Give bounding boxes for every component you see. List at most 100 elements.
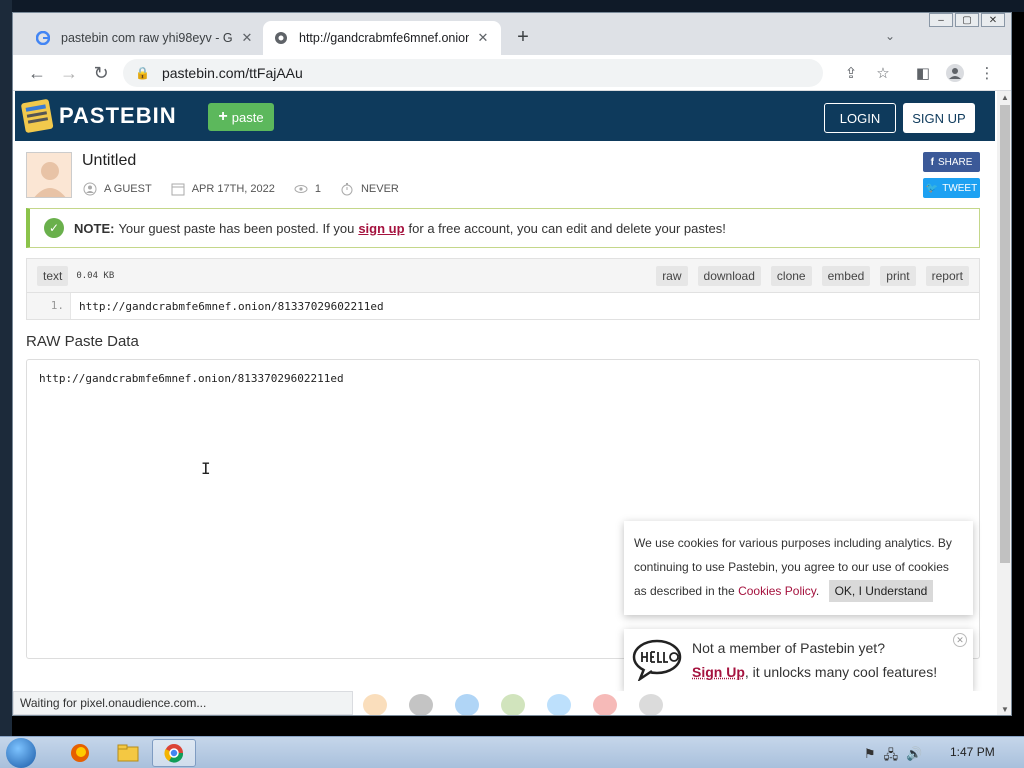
meta-date: APR 17TH, 2022 [170, 181, 275, 197]
raw-button[interactable]: raw [656, 265, 688, 286]
desktop-background [0, 0, 1024, 12]
tab-google[interactable]: pastebin com raw yhi98eyv - Goo ✕ [25, 21, 265, 55]
signup-button[interactable]: SIGN UP [903, 103, 975, 133]
minimize-button[interactable]: – [929, 13, 953, 27]
author-name[interactable]: A GUEST [104, 183, 152, 195]
taskbar-chrome-icon[interactable] [152, 739, 196, 767]
profile-avatar-icon[interactable] [945, 63, 965, 83]
line-number: 1. [27, 293, 71, 319]
twitter-icon: 🐦 [925, 182, 939, 194]
raw-paste-title: RAW Paste Data [26, 333, 139, 350]
syntax-tag[interactable]: text [37, 265, 69, 286]
new-paste-button[interactable]: + paste [208, 103, 274, 131]
tweet-label: TWEET [942, 182, 978, 194]
taskbar-firefox-icon[interactable] [58, 739, 102, 767]
signup-link[interactable]: sign up [358, 221, 404, 236]
pastebin-header: PASTEBIN + paste LOGIN SIGN UP [15, 91, 995, 141]
volume-icon[interactable]: 🔊 [906, 746, 922, 768]
network-icon[interactable]: 🖧 [884, 746, 899, 768]
user-icon [82, 181, 98, 197]
linux-icon[interactable] [639, 694, 663, 715]
action-center-icon[interactable]: ⚑ [864, 746, 876, 768]
text-cursor-icon: I [201, 459, 211, 478]
pastebin-brand[interactable]: PASTEBIN [59, 103, 177, 129]
tab-title: http://gandcrabmfe6mnef.onion [299, 31, 469, 45]
view-count: 1 [314, 183, 321, 195]
taskbar-clock[interactable]: 1:47 PM [950, 745, 995, 759]
meta-author: A GUEST [82, 181, 152, 197]
reload-icon[interactable]: ↻ [91, 63, 111, 83]
forward-icon[interactable]: → [59, 63, 79, 83]
maximize-button[interactable]: ▢ [955, 13, 979, 27]
avatar [26, 152, 72, 198]
note-text-post: for a free account, you can edit and del… [408, 220, 726, 236]
page-scrollbar[interactable]: ▲ ▼ [997, 91, 1011, 715]
scroll-down-icon[interactable]: ▼ [997, 703, 1011, 715]
promo-line-2-text: , it unlocks many cool features! [744, 664, 938, 680]
cookies-policy-link[interactable]: Cookies Policy [738, 584, 816, 598]
paste-date: APR 17TH, 2022 [191, 183, 275, 195]
share-page-icon[interactable]: ⇪ [841, 63, 861, 83]
tab-active[interactable]: http://gandcrabmfe6mnef.onion ✕ [263, 21, 501, 55]
tab-close-icon[interactable]: ✕ [239, 30, 255, 46]
paste-title: Untitled [82, 152, 137, 169]
address-bar[interactable]: 🔒 pastebin.com/ttFajAAu [123, 59, 823, 87]
opera-icon[interactable] [593, 694, 617, 715]
google-icon [35, 30, 51, 46]
scroll-up-icon[interactable]: ▲ [997, 91, 1011, 105]
android-icon[interactable] [501, 694, 525, 715]
pastebin-logo-icon[interactable] [19, 97, 55, 133]
x-icon[interactable] [547, 694, 571, 715]
facebook-icon: f [930, 156, 934, 168]
hello-bubble-icon [632, 639, 682, 683]
tab-close-icon[interactable]: ✕ [475, 30, 491, 46]
download-button[interactable]: download [697, 265, 761, 286]
system-tray: ⚑ 🖧 🔊 [864, 746, 922, 768]
new-tab-button[interactable]: + [513, 27, 533, 47]
scrollbar-thumb[interactable] [1000, 105, 1010, 563]
lock-icon: 🔒 [135, 66, 150, 80]
menu-kebab-icon[interactable]: ⋮ [977, 63, 997, 83]
report-button[interactable]: report [925, 265, 969, 286]
clone-button[interactable]: clone [770, 265, 812, 286]
promo-signup-link[interactable]: Sign Up [692, 664, 745, 680]
taskbar-explorer-icon[interactable] [106, 739, 150, 767]
back-icon[interactable]: ← [27, 63, 47, 83]
twitter-tweet-button[interactable]: 🐦 TWEET [923, 178, 980, 198]
note-text-pre: Your guest paste has been posted. If you [118, 220, 355, 236]
login-button[interactable]: LOGIN [824, 103, 896, 133]
promo-line-2: Sign Up, it unlocks many cool features! [692, 660, 937, 684]
guest-note-banner: ✓ NOTE: Your guest paste has been posted… [26, 208, 980, 248]
expire-value: NEVER [360, 183, 399, 195]
url-text: pastebin.com/ttFajAAu [161, 65, 303, 81]
paste-size: 0.04 KB [76, 270, 115, 281]
cookie-banner: We use cookies for various purposes incl… [624, 521, 973, 615]
promo-line-1: Not a member of Pastebin yet? [692, 640, 885, 656]
close-promo-icon[interactable]: ✕ [953, 633, 967, 647]
page-viewport: PASTEBIN + paste LOGIN SIGN UP Untitled … [13, 91, 997, 691]
side-panel-icon[interactable]: ◧ [913, 63, 933, 83]
code-line: 1. http://gandcrabmfe6mnef.onion/8133702… [27, 293, 979, 319]
firefox-store-icon[interactable] [363, 694, 387, 715]
cookie-accept-button[interactable]: OK, I Understand [828, 580, 934, 602]
tab-title: pastebin com raw yhi98eyv - Goo [61, 31, 233, 45]
windows-taskbar: ⚑ 🖧 🔊 1:47 PM [0, 736, 1024, 768]
meta-views: 1 [293, 181, 321, 197]
window-controls: – ▢ ✕ [929, 13, 1005, 29]
embed-button[interactable]: embed [821, 265, 871, 286]
close-window-button[interactable]: ✕ [981, 13, 1005, 27]
timer-icon [339, 181, 355, 197]
windows-icon[interactable] [455, 694, 479, 715]
plus-icon: + [218, 108, 228, 125]
facebook-share-button[interactable]: f SHARE [923, 152, 980, 172]
code-actions: raw download clone embed print report [656, 265, 969, 286]
check-icon: ✓ [44, 218, 64, 238]
calendar-icon [170, 181, 186, 197]
print-button[interactable]: print [880, 265, 916, 286]
code-toolbar: text 0.04 KB raw download clone embed pr… [27, 259, 979, 293]
start-button-icon[interactable] [6, 738, 36, 768]
ios-icon[interactable] [409, 694, 433, 715]
share-label: SHARE [937, 156, 973, 168]
bookmark-star-icon[interactable]: ☆ [873, 63, 893, 83]
tab-search-icon[interactable]: ⌄ [885, 29, 895, 43]
